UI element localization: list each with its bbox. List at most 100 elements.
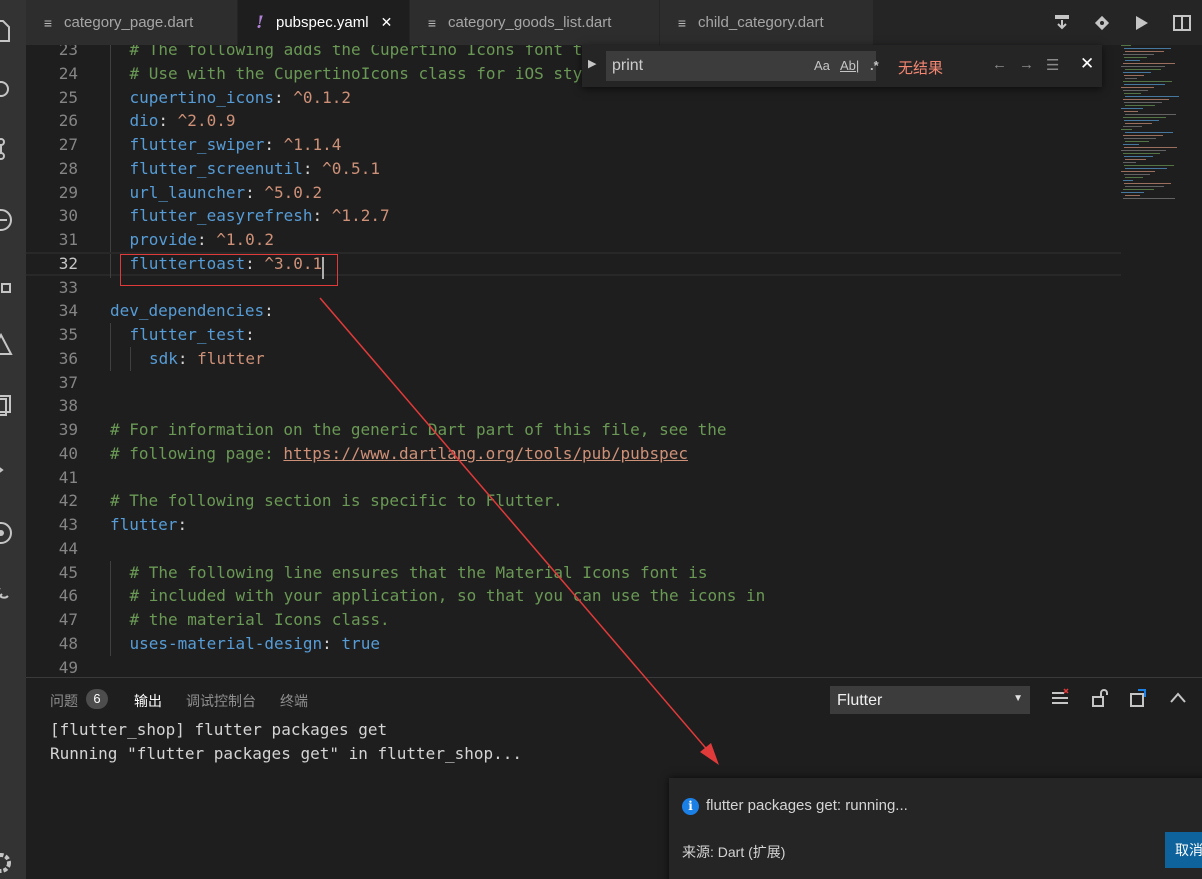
debug-icon[interactable] xyxy=(0,205,26,235)
find-in-selection-icon[interactable]: ☰ xyxy=(1046,56,1059,74)
minimap-line xyxy=(1123,99,1169,100)
search-icon[interactable] xyxy=(0,76,26,106)
tab-debug-console[interactable]: 调试控制台 xyxy=(186,691,256,711)
output-line: Running "flutter packages get" in flutte… xyxy=(50,744,523,763)
code-line[interactable]: 37 xyxy=(26,371,1121,395)
cancel-button[interactable]: 取消 xyxy=(1165,832,1202,868)
code-token: : xyxy=(312,206,332,226)
indent-guide xyxy=(110,109,111,134)
code-line[interactable]: 29 url_launcher: ^5.0.2 xyxy=(26,180,1121,205)
code-line[interactable]: 38 xyxy=(26,394,1121,418)
terminal-icon[interactable] xyxy=(0,455,26,485)
code-line[interactable]: 28 flutter_screenutil: ^0.5.1 xyxy=(26,156,1121,181)
code-text: uses-material-design: true xyxy=(130,632,380,656)
minimap-line xyxy=(1123,90,1148,91)
tools-icon[interactable] xyxy=(0,580,26,610)
code-text: flutter_test: xyxy=(130,323,255,347)
code-token: # For information on the generic Dart pa… xyxy=(110,420,727,439)
line-number: 27 xyxy=(58,135,78,154)
code-line[interactable]: 31 provide: ^1.0.2 xyxy=(26,228,1121,252)
explorer-icon[interactable] xyxy=(0,16,26,46)
tab-problems[interactable]: 问题 xyxy=(50,691,78,711)
tab-category-page[interactable]: ≡ category_page.dart xyxy=(26,0,238,45)
code-line[interactable]: 43 flutter: xyxy=(26,513,1121,537)
output-channel-select[interactable]: Flutter ▼ xyxy=(830,686,1030,714)
minimap-line xyxy=(1124,84,1165,85)
code-line[interactable]: 25 cupertino_icons: ^0.1.2 xyxy=(26,85,1121,110)
run-icon[interactable] xyxy=(1122,14,1162,32)
download-icon[interactable] xyxy=(1042,14,1082,32)
line-number: 23 xyxy=(58,45,78,59)
git-diff-icon[interactable] xyxy=(1082,14,1122,32)
regex-icon[interactable]: .* xyxy=(870,58,879,73)
minimap-line xyxy=(1125,159,1146,160)
code-line[interactable]: 45 # The following line ensures that the … xyxy=(26,560,1121,585)
code-line[interactable]: 39 # For information on the generic Dart … xyxy=(26,418,1121,442)
minimap-line xyxy=(1124,165,1174,166)
code-line[interactable]: 41 xyxy=(26,466,1121,490)
code-text: cupertino_icons: ^0.1.2 xyxy=(130,86,352,110)
minimap-line xyxy=(1121,45,1131,46)
remote-icon[interactable] xyxy=(0,392,26,422)
close-icon[interactable]: ✕ xyxy=(1080,54,1094,74)
code-line[interactable]: 30 flutter_easyrefresh: ^1.2.7 xyxy=(26,204,1121,229)
lock-icon[interactable] xyxy=(1090,688,1110,713)
code-line[interactable]: 48 uses-material-design: true xyxy=(26,631,1121,656)
code-line[interactable]: 26 dio: ^2.0.9 xyxy=(26,109,1121,134)
close-icon[interactable]: ✕ xyxy=(381,14,393,31)
code-line[interactable]: 36 sdk: flutter xyxy=(26,346,1121,371)
minimap-line xyxy=(1123,153,1160,154)
code-token: # The following line ensures that the Ma… xyxy=(129,562,708,582)
tab-pubspec-yaml[interactable]: ! pubspec.yaml ✕ xyxy=(238,0,410,45)
code-token: url_launcher xyxy=(129,182,246,202)
minimap-line xyxy=(1121,150,1166,151)
tab-child-category[interactable]: ≡ child_category.dart xyxy=(660,0,874,45)
match-case-icon[interactable]: Aa xyxy=(814,58,830,73)
code-token: ^1.0.2 xyxy=(216,230,274,249)
code-token: # following page: xyxy=(110,443,284,463)
code-line[interactable]: 35 flutter_test: xyxy=(26,323,1121,347)
tab-output[interactable]: 输出 xyxy=(134,691,162,711)
test-icon[interactable] xyxy=(0,330,26,360)
whole-word-icon[interactable]: Ab| xyxy=(840,58,859,73)
line-number: 37 xyxy=(58,372,78,392)
annotation-highlight-box xyxy=(120,254,338,286)
source-control-icon[interactable] xyxy=(0,134,26,164)
chevron-up-icon[interactable] xyxy=(1168,688,1188,713)
minimap[interactable] xyxy=(1121,45,1181,205)
minimap-line xyxy=(1125,69,1161,70)
code-line[interactable]: 34 dev_dependencies: xyxy=(26,299,1121,323)
extensions-icon[interactable] xyxy=(0,268,26,298)
indent-guide xyxy=(110,85,111,110)
arrow-right-icon[interactable]: → xyxy=(1019,56,1034,73)
minimap-line xyxy=(1123,63,1175,64)
open-log-icon[interactable] xyxy=(1128,688,1148,713)
toggle-replace-icon[interactable]: ▶ xyxy=(588,57,596,70)
code-token: : xyxy=(322,633,342,653)
minimap-line xyxy=(1123,162,1136,163)
minimap-line xyxy=(1125,60,1140,61)
split-editor-icon[interactable] xyxy=(1162,14,1202,32)
minimap-line xyxy=(1124,75,1144,76)
code-line[interactable]: 27 flutter_swiper: ^1.1.4 xyxy=(26,133,1121,157)
tab-category-goods-list[interactable]: ≡ category_goods_list.dart xyxy=(410,0,660,45)
minimap-line xyxy=(1125,51,1164,52)
history-icon[interactable] xyxy=(0,518,26,548)
arrow-left-icon[interactable]: ← xyxy=(992,56,1007,73)
tab-terminal[interactable]: 终端 xyxy=(280,691,308,711)
minimap-line xyxy=(1125,123,1152,124)
code-text: dio: ^2.0.9 xyxy=(130,109,236,133)
code-line[interactable]: 44 xyxy=(26,537,1121,561)
clear-output-icon[interactable] xyxy=(1050,688,1070,713)
minimap-line xyxy=(1123,117,1166,118)
code-line[interactable]: 40 # following page: https://www.dartlang… xyxy=(26,442,1121,466)
code-line[interactable]: 42 # The following section is specific to… xyxy=(26,489,1121,513)
minimap-line xyxy=(1125,96,1179,97)
code-line[interactable]: 47 # the material Icons class. xyxy=(26,608,1121,632)
code-editor[interactable]: 23 # The following adds the Cupertino Ico… xyxy=(26,45,1202,677)
indent-guide xyxy=(129,346,131,371)
code-line[interactable]: 49 xyxy=(26,656,1121,678)
settings-gear-icon[interactable] xyxy=(0,848,26,878)
code-line[interactable]: 46 # included with your application, so t… xyxy=(26,584,1121,609)
find-input[interactable]: print Aa Ab| .* xyxy=(606,51,879,81)
